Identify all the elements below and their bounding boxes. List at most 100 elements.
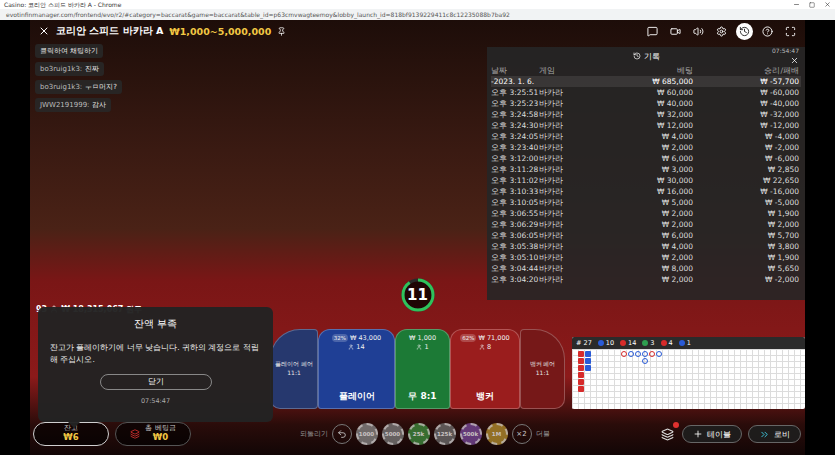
- bead-mark: [578, 372, 584, 378]
- maximize-icon[interactable]: [809, 2, 815, 8]
- history-time-cell: 오후 3:06:55: [491, 208, 539, 219]
- lobby-button[interactable]: 로비: [748, 425, 801, 443]
- history-game: 바카라: [539, 142, 591, 153]
- bet-spot[interactable]: 플레이어 페어11:1: [270, 329, 318, 409]
- video-overlay: 클릭하여 채팅하기bo3ruig1k3:진짜bo3ruig1k3:ㅜㅁ머지?JW…: [30, 42, 805, 303]
- table-button[interactable]: 테이블: [682, 425, 742, 443]
- history-close[interactable]: [790, 56, 799, 65]
- history-row[interactable]: 오후 3:24:30바카라₩ 12,000₩ -12,000: [491, 120, 801, 131]
- history-result: ₩ 3,800: [695, 241, 801, 252]
- game-frame: 코리안 스피드 바카라 A₩1,000~5,000,000클릭하여 채팅하기bo…: [30, 20, 805, 455]
- history-game: 바카라: [539, 252, 591, 263]
- history-row[interactable]: 오후 3:24:58바카라₩ 32,000₩ -32,000: [491, 109, 801, 120]
- bet-amount-line: 62%₩ 71,000: [460, 334, 509, 342]
- total-bet-label: 총 베팅금: [145, 425, 175, 432]
- bead-column: [578, 351, 584, 407]
- stage: 코리안 스피드 바카라 A₩1,000~5,000,000클릭하여 채팅하기bo…: [0, 20, 835, 455]
- bead-column: [585, 351, 591, 407]
- roadmap-stats: # 271014341: [572, 337, 805, 349]
- history-row[interactable]: 오후 3:05:38바카라₩ 4,000₩ 3,800: [491, 241, 801, 252]
- history-row[interactable]: 오후 3:11:02바카라₩ 30,000₩ 22,650: [491, 175, 801, 186]
- road-mark: [649, 351, 655, 357]
- dialog-close-button[interactable]: 닫기: [100, 374, 212, 390]
- bet-spot[interactable]: 32%₩ 43,00014플레이어: [318, 329, 395, 409]
- chip[interactable]: 500k: [460, 423, 482, 445]
- chat-input[interactable]: 클릭하여 채팅하기: [35, 44, 103, 58]
- pin-icon[interactable]: [277, 27, 286, 36]
- history-game: 바카라: [539, 219, 591, 230]
- toolbar-button[interactable]: [690, 23, 707, 40]
- toolbar-button[interactable]: [782, 23, 799, 40]
- total-bet: 총 베팅금₩0: [115, 422, 191, 445]
- bet-players-line: 1: [416, 343, 428, 351]
- undo-button[interactable]: [332, 424, 352, 444]
- history-time-cell: 오후 3:24:05: [491, 131, 539, 142]
- history-row[interactable]: 오후 3:10:05바카라₩ 5,000₩ -5,000: [491, 197, 801, 208]
- history-game: 바카라: [539, 197, 591, 208]
- chip[interactable]: 125k: [434, 423, 456, 445]
- sound-icon: [693, 26, 704, 37]
- undo-label: 되돌리기: [300, 429, 328, 439]
- toolbar-button[interactable]: [736, 23, 753, 40]
- history-game: 바카라: [539, 109, 591, 120]
- history-row[interactable]: 오후 3:06:05바카라₩ 6,000₩ 5,700: [491, 230, 801, 241]
- history-row[interactable]: 오후 3:24:05바카라₩ 4,000₩ -4,000: [491, 131, 801, 142]
- toolbar-button[interactable]: [713, 23, 730, 40]
- history-row[interactable]: 오후 3:06:29바카라₩ 2,000₩ 2,000: [491, 219, 801, 230]
- history-row[interactable]: 오후 3:25:51바카라₩ 60,000₩ -60,000: [491, 87, 801, 98]
- chip[interactable]: 5000: [382, 423, 404, 445]
- bet-spot[interactable]: ₩ 1,0001무 8:1: [395, 329, 450, 409]
- history-time-cell: 오후 3:23:40: [491, 142, 539, 153]
- road-mark: [628, 351, 634, 357]
- roadmap[interactable]: # 271014341: [572, 337, 805, 409]
- video-icon: [670, 26, 681, 37]
- history-row[interactable]: 오후 3:23:40바카라₩ 2,000₩ -2,000: [491, 142, 801, 153]
- bet-slip[interactable]: [658, 425, 676, 443]
- history-game: 바카라: [539, 208, 591, 219]
- history-result: ₩ 1,900: [695, 252, 801, 263]
- history-bet: ₩ 8,000: [591, 263, 695, 274]
- bead-mark: [585, 351, 591, 357]
- bet-spot[interactable]: 뱅커 페어11:1: [520, 329, 565, 409]
- history-panel: 기록07:54:47날짜게임베팅승리/패배-2023. 1. 6.₩ 685,0…: [487, 47, 805, 300]
- history-result: ₩ -12,000: [695, 120, 801, 131]
- left-margin: [0, 20, 30, 455]
- lobby-arrow: [759, 429, 770, 440]
- dialog-message: 잔고가 플레이하기에 너무 낮습니다. 귀하의 계정으로 적립해 주십시오.: [50, 342, 261, 365]
- history-row[interactable]: 오후 3:12:00바카라₩ 6,000₩ -6,000: [491, 153, 801, 164]
- history-row[interactable]: 오후 3:10:33바카라₩ 16,000₩ -16,000: [491, 186, 801, 197]
- road-mark: [635, 351, 641, 357]
- history-row[interactable]: 오후 3:25:23바카라₩ 40,000₩ -40,000: [491, 98, 801, 109]
- bet-stats: 32%₩ 43,00014: [332, 334, 381, 351]
- history-time-cell: 오후 3:10:05: [491, 197, 539, 208]
- toolbar-button[interactable]: [644, 23, 661, 40]
- road-mark: [642, 351, 648, 357]
- right-margin: [805, 20, 835, 455]
- toolbar-button[interactable]: [667, 23, 684, 40]
- minimize-icon[interactable]: [793, 1, 800, 8]
- history-row[interactable]: 오후 3:04:44바카라₩ 8,000₩ 5,650: [491, 263, 801, 274]
- history-row[interactable]: 오후 3:11:28바카라₩ 3,000₩ 2,850: [491, 164, 801, 175]
- toolbar-button[interactable]: [759, 23, 776, 40]
- balance-value: ₩6: [63, 433, 78, 443]
- history-row[interactable]: 오후 3:04:20바카라₩ 2,000₩ -2,000: [491, 274, 801, 285]
- history-bet: ₩ 12,000: [591, 120, 695, 131]
- history-row[interactable]: 오후 3:05:10바카라₩ 2,000₩ 1,900: [491, 252, 801, 263]
- history-time: 07:54:47: [772, 47, 799, 54]
- history-result: ₩ -6,000: [695, 153, 801, 164]
- chip[interactable]: 1000: [356, 423, 378, 445]
- history-time-cell: 오후 3:24:58: [491, 109, 539, 120]
- address-bar[interactable]: evotinfinmanager.com/frontend/evo/r2/#ca…: [0, 9, 835, 20]
- chip[interactable]: 1M: [486, 423, 508, 445]
- game-header: 코리안 스피드 바카라 A₩1,000~5,000,000: [30, 20, 805, 42]
- bet-spot[interactable]: 62%₩ 71,0008뱅커: [450, 329, 520, 409]
- history-bet: ₩ 60,000: [591, 87, 695, 98]
- stat-dot: [620, 340, 626, 346]
- chip[interactable]: 25k: [408, 423, 430, 445]
- close-icon[interactable]: [38, 25, 50, 37]
- arrow-icon: [759, 429, 770, 440]
- history-date-row: -2023. 1. 6.₩ 685,000₩ -57,700: [491, 76, 801, 87]
- history-row[interactable]: 오후 3:06:55바카라₩ 2,000₩ 1,900: [491, 208, 801, 219]
- double-button[interactable]: ×2: [512, 424, 532, 444]
- close-icon[interactable]: [824, 1, 831, 8]
